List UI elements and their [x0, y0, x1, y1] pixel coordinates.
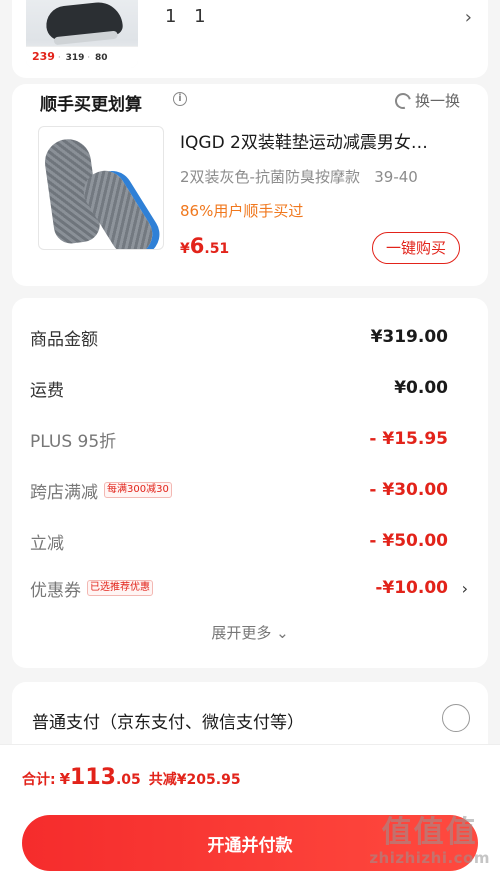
- row-coupon[interactable]: 优惠券 已选推荐优惠 -¥10.00 ›: [30, 573, 468, 603]
- thumb-price-main: 239: [32, 50, 55, 63]
- row-label: 跨店满减: [30, 482, 98, 503]
- total-integer: 113: [70, 765, 116, 790]
- radio-icon[interactable]: [442, 704, 470, 732]
- row-plus-discount: PLUS 95折 - ¥15.95: [30, 424, 448, 454]
- row-shipping: 运费 ¥0.00: [30, 373, 448, 403]
- swap-button[interactable]: 换一换: [392, 89, 460, 112]
- addon-recommendation-card: 顺手买更划算 i 换一换 IQGD 2双装鞋垫运动减震男女… 2双装灰色-抗菌防…: [12, 84, 488, 286]
- row-instant-discount: 立减 - ¥50.00: [30, 526, 448, 556]
- addon-price: ¥6.51: [180, 234, 229, 258]
- row-label: PLUS 95折: [30, 431, 117, 452]
- expand-more-link[interactable]: 展开更多 ⌄: [12, 622, 488, 643]
- price-currency: ¥: [180, 241, 190, 257]
- row-label-wrap: 跨店满减 每满300减30: [30, 478, 172, 503]
- payment-method-label: 普通支付（京东支付、微信支付等）: [32, 713, 304, 733]
- total-label: 合计:: [22, 772, 56, 788]
- promo-tag: 每满300减30: [104, 482, 172, 498]
- total-summary: 合计: ¥ 113 .05 共减¥205.95: [22, 765, 241, 790]
- shoe-image: [44, 0, 124, 42]
- total-decimal: .05: [115, 772, 141, 788]
- site-watermark: 值值值 zhizhizhi.com: [369, 815, 490, 868]
- row-label: 立减: [30, 533, 64, 554]
- thumbnail-price-strip: 239 · 319 · 80: [26, 46, 138, 68]
- watermark-site: zhizhizhi.com: [369, 849, 490, 867]
- addon-social-proof: 86%用户顺手买过: [180, 202, 304, 220]
- watermark-logo: 值值值: [381, 815, 478, 850]
- row-value: ¥319.00: [370, 327, 448, 347]
- chevron-right-icon[interactable]: ›: [465, 7, 472, 28]
- thumb-price-original: 319: [65, 53, 85, 63]
- row-label: 商品金额: [30, 329, 98, 350]
- item-quantity: 1 1: [165, 6, 212, 27]
- addon-product-spec: 2双装灰色-抗菌防臭按摩款 39-40: [180, 168, 418, 186]
- row-value: ¥0.00: [394, 378, 448, 398]
- swap-label: 换一换: [414, 92, 460, 110]
- row-value: - ¥50.00: [369, 531, 448, 551]
- row-value: -¥10.00: [375, 578, 448, 598]
- row-subtotal: 商品金额 ¥319.00: [30, 322, 448, 352]
- row-value: - ¥15.95: [369, 429, 448, 449]
- row-label-wrap: 优惠券 已选推荐优惠: [30, 576, 153, 601]
- row-cross-store: 跨店满减 每满300减30 - ¥30.00: [30, 475, 448, 505]
- total-saved: 共减¥205.95: [148, 772, 241, 788]
- addon-title: 顺手买更划算: [40, 95, 142, 115]
- chevron-right-icon[interactable]: ›: [462, 579, 468, 598]
- total-currency: ¥: [59, 770, 71, 788]
- row-value: - ¥30.00: [369, 480, 448, 500]
- checkout-bar: 合计: ¥ 113 .05 共减¥205.95 开通并付款 值值值 zhizhi…: [0, 744, 500, 875]
- product-thumbnail: 239 · 319 · 80: [26, 0, 138, 68]
- price-breakdown-card: 商品金额 ¥319.00 运费 ¥0.00 PLUS 95折 - ¥15.95 …: [12, 298, 488, 668]
- cart-item-strip[interactable]: 239 · 319 · 80 1 1 ›: [12, 0, 488, 78]
- promo-tag: 已选推荐优惠: [87, 580, 153, 596]
- refresh-icon: [392, 89, 414, 112]
- addon-product-image[interactable]: [38, 126, 164, 250]
- addon-product-name[interactable]: IQGD 2双装鞋垫运动减震男女…: [180, 128, 470, 153]
- thumb-price-discount: 80: [94, 53, 108, 63]
- price-integer: 6: [189, 234, 205, 258]
- one-click-buy-button[interactable]: 一键购买: [372, 232, 460, 264]
- row-label: 优惠券: [30, 580, 81, 601]
- row-label: 运费: [30, 380, 64, 401]
- info-icon[interactable]: i: [173, 92, 187, 106]
- price-decimal: .51: [204, 241, 230, 257]
